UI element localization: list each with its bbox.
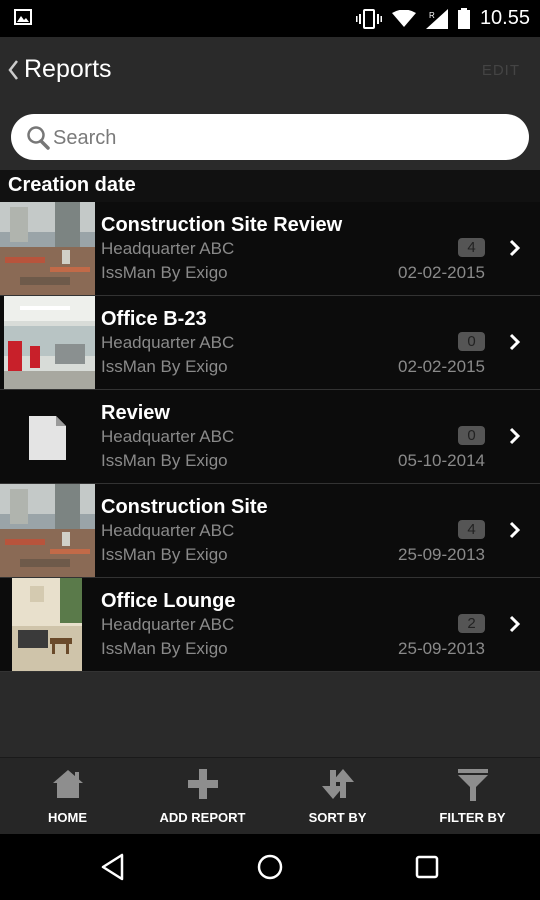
chevron-left-icon[interactable] <box>6 58 20 82</box>
report-author: IssMan By Exigo <box>101 263 228 282</box>
report-title: Construction Site Review <box>101 214 343 236</box>
tab-home[interactable]: HOME <box>0 758 135 835</box>
empty-space <box>0 672 540 757</box>
gallery-icon <box>14 9 32 25</box>
search-input[interactable] <box>51 120 515 156</box>
construction-thumbnail <box>0 484 95 577</box>
svg-text:R: R <box>429 11 435 20</box>
chevron-right-icon[interactable] <box>508 614 522 634</box>
report-author: IssMan By Exigo <box>101 451 228 470</box>
report-title: Office B-23 <box>101 308 207 330</box>
report-location: Headquarter ABC <box>101 333 235 352</box>
report-title: Construction Site <box>101 496 268 518</box>
report-title: Office Lounge <box>101 590 236 612</box>
chevron-right-icon[interactable] <box>508 238 522 258</box>
report-location: Headquarter ABC <box>101 239 235 258</box>
report-author: IssMan By Exigo <box>101 545 228 564</box>
battery-icon <box>457 8 470 29</box>
report-row[interactable]: Construction Site Review Headquarter ABC… <box>0 202 540 296</box>
tab-filter-by-label: FILTER BY <box>439 810 506 825</box>
home-icon <box>52 770 83 798</box>
search-bar <box>0 107 540 170</box>
chevron-right-icon[interactable] <box>508 520 522 540</box>
signal-icon: R <box>425 8 448 29</box>
report-row[interactable]: Office B-23 Headquarter ABC IssMan By Ex… <box>0 296 540 390</box>
report-location: Headquarter ABC <box>101 427 235 446</box>
status-bar: R 10.55 <box>0 0 540 37</box>
search-field[interactable] <box>11 114 529 160</box>
report-author: IssMan By Exigo <box>101 639 228 658</box>
recents-square-icon[interactable] <box>412 852 442 882</box>
report-date: 02-02-2015 <box>398 357 485 376</box>
report-location: Headquarter ABC <box>101 521 235 540</box>
report-location: Headquarter ABC <box>101 615 235 634</box>
back-triangle-icon[interactable] <box>98 852 128 882</box>
page-title[interactable]: Reports <box>24 55 112 84</box>
report-row[interactable]: Office Lounge Headquarter ABC IssMan By … <box>0 578 540 672</box>
report-date: 05-10-2014 <box>398 451 485 470</box>
search-icon <box>27 126 50 150</box>
lounge-thumbnail <box>0 578 95 671</box>
issue-count-badge: 4 <box>458 520 485 539</box>
filter-icon <box>457 769 488 801</box>
tab-filter-by[interactable]: FILTER BY <box>405 758 540 835</box>
clock: 10.55 <box>479 7 530 29</box>
home-circle-icon[interactable] <box>255 852 285 882</box>
tab-add-report[interactable]: ADD REPORT <box>135 758 270 835</box>
construction-thumbnail <box>0 202 95 295</box>
report-row[interactable]: Review Headquarter ABC IssMan By Exigo 0… <box>0 390 540 484</box>
tab-sort-by[interactable]: SORT BY <box>270 758 405 835</box>
tab-sort-by-label: SORT BY <box>308 810 367 825</box>
office-thumbnail <box>0 296 95 389</box>
issue-count-badge: 4 <box>458 238 485 257</box>
plus-icon <box>187 769 218 799</box>
app-bar: Reports EDIT <box>0 37 540 107</box>
issue-count-badge: 0 <box>458 426 485 445</box>
edit-button[interactable]: EDIT <box>482 62 520 79</box>
system-nav-bar <box>0 834 540 900</box>
section-header: Creation date <box>0 170 540 202</box>
issue-count-badge: 2 <box>458 614 485 633</box>
section-header-label: Creation date <box>8 174 136 196</box>
bottom-tab-bar: HOME ADD REPORT SORT BY FILTER BY <box>0 757 540 835</box>
chevron-right-icon[interactable] <box>508 332 522 352</box>
tab-home-label: HOME <box>48 810 87 825</box>
report-title: Review <box>101 402 170 424</box>
document-icon <box>0 390 95 483</box>
report-author: IssMan By Exigo <box>101 357 228 376</box>
wifi-icon <box>391 9 416 27</box>
report-list: Construction Site Review Headquarter ABC… <box>0 202 540 672</box>
chevron-right-icon[interactable] <box>508 426 522 446</box>
report-row[interactable]: Construction Site Headquarter ABC IssMan… <box>0 484 540 578</box>
sort-icon <box>321 769 354 799</box>
report-date: 25-09-2013 <box>398 639 485 658</box>
vibrate-icon <box>355 8 382 29</box>
tab-add-report-label: ADD REPORT <box>159 810 246 825</box>
report-date: 02-02-2015 <box>398 263 485 282</box>
issue-count-badge: 0 <box>458 332 485 351</box>
report-date: 25-09-2013 <box>398 545 485 564</box>
